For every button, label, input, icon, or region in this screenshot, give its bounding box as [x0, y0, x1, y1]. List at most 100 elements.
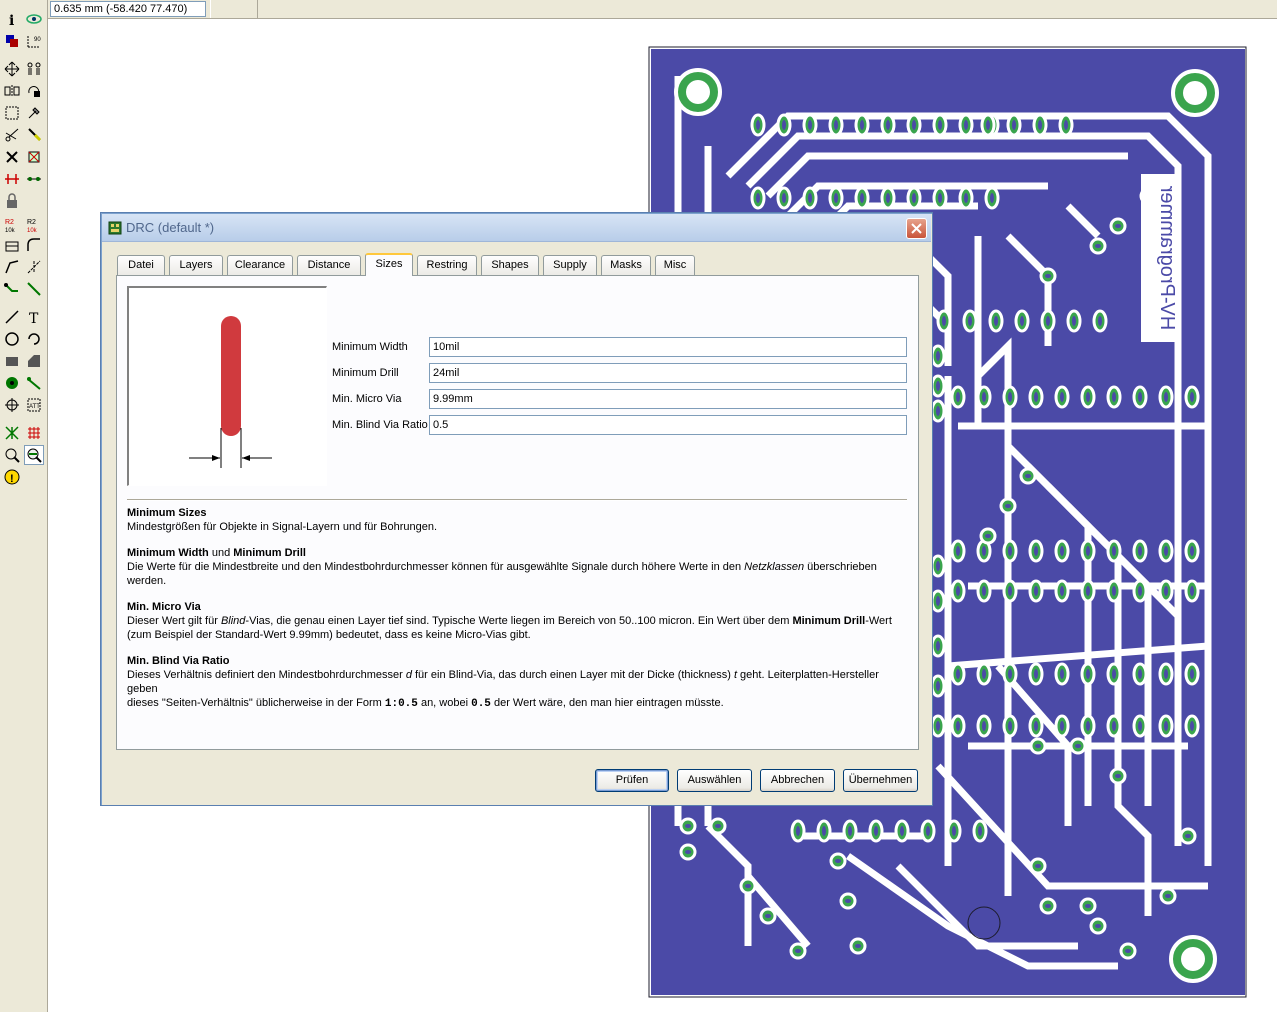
via-tool[interactable] — [2, 373, 22, 393]
pad-hole — [936, 351, 940, 361]
tab-misc[interactable]: Misc — [655, 255, 695, 275]
change-tool[interactable] — [24, 103, 44, 123]
toolbar-separator — [210, 0, 258, 18]
pad-hole — [848, 826, 852, 836]
cut-tool[interactable] — [2, 125, 22, 145]
errors-icon — [27, 448, 42, 463]
delete-tool[interactable] — [2, 147, 22, 167]
paste-tool[interactable] — [24, 125, 44, 145]
drc-app-icon — [108, 221, 122, 235]
tab-distance[interactable]: Distance — [297, 255, 361, 275]
smash-tool[interactable] — [2, 235, 22, 255]
drc-tool[interactable] — [2, 445, 22, 465]
tab-clearance[interactable]: Clearance — [227, 255, 293, 275]
tab-layers[interactable]: Layers — [169, 255, 223, 275]
tab-sizes[interactable]: Sizes — [365, 253, 413, 276]
select-button[interactable]: Auswählen — [677, 769, 752, 792]
pad-hole — [1086, 586, 1090, 596]
sizes-tab-panel: Minimum Width Minimum Drill Min. Micro V… — [116, 275, 919, 750]
pad-hole — [855, 944, 861, 948]
rotate-tool[interactable] — [24, 81, 44, 101]
mounting-hole — [1181, 947, 1205, 971]
tab-shapes[interactable]: Shapes — [481, 255, 539, 275]
pad-hole — [990, 193, 994, 203]
pad-hole — [956, 669, 960, 679]
name-tool[interactable]: R2 10k — [2, 215, 22, 235]
svg-text:!: ! — [10, 473, 14, 485]
pad-hole — [1115, 774, 1121, 778]
pad-hole — [808, 193, 812, 203]
pad-hole — [745, 884, 751, 888]
check-button[interactable]: Prüfen — [595, 769, 669, 792]
netzklassen-link[interactable]: Netzklassen — [744, 561, 804, 573]
info-tool[interactable]: i — [2, 9, 22, 29]
line-tool[interactable] — [2, 307, 22, 327]
dialog-title: DRC (default *) — [126, 220, 215, 235]
help-heading-width-drill: Minimum Width und Minimum Drill — [127, 547, 306, 559]
polygon-tool[interactable] — [24, 351, 44, 371]
tab-supply[interactable]: Supply — [543, 255, 597, 275]
pad-hole — [1095, 924, 1101, 928]
pad-hole — [874, 826, 878, 836]
drc-icon — [5, 448, 20, 463]
mirror-tool[interactable] — [2, 81, 22, 101]
close-button[interactable] — [906, 218, 927, 239]
connection-tool[interactable] — [24, 373, 44, 393]
pad-hole — [936, 561, 940, 571]
minimum-drill-field[interactable] — [429, 363, 907, 383]
move-tool[interactable] — [2, 59, 22, 79]
mark-tool[interactable]: 90 — [24, 31, 44, 51]
copy-icon — [27, 62, 41, 75]
optimize-tool[interactable] — [2, 169, 22, 189]
connection-icon — [27, 377, 41, 390]
mounting-hole — [686, 80, 710, 104]
ratsnest-tool[interactable] — [2, 423, 22, 443]
wire-tool[interactable] — [24, 279, 44, 299]
attribute-tool[interactable]: ATT — [24, 395, 44, 415]
text-tool[interactable]: T — [24, 307, 44, 327]
hole-tool[interactable] — [2, 395, 22, 415]
copy-tool[interactable] — [24, 59, 44, 79]
circle-tool[interactable] — [2, 329, 22, 349]
cancel-button[interactable]: Abbrechen — [760, 769, 835, 792]
pad-hole — [942, 316, 946, 326]
signal-tool[interactable] — [2, 279, 22, 299]
pad-hole — [912, 120, 916, 130]
pad-hole — [936, 721, 940, 731]
pad-hole — [1190, 721, 1194, 731]
pad-hole — [685, 850, 691, 854]
value-tool[interactable]: R2 10k — [24, 215, 44, 235]
dialog-titlebar[interactable]: DRC (default *) — [102, 214, 931, 242]
group-tool[interactable] — [2, 103, 22, 123]
tab-datei[interactable]: Datei — [117, 255, 165, 275]
add-tool[interactable] — [24, 147, 44, 167]
pad-hole — [1038, 120, 1042, 130]
pad-hole — [1112, 586, 1116, 596]
miter-tool[interactable] — [24, 235, 44, 255]
errors-tool[interactable] — [24, 445, 44, 465]
autorouter-tool[interactable] — [24, 423, 44, 443]
size-illustration — [127, 286, 327, 486]
pad-hole — [952, 826, 956, 836]
pad-hole — [1034, 669, 1038, 679]
ripup-tool[interactable] — [24, 257, 44, 277]
arc-tool[interactable] — [24, 329, 44, 349]
errors-warning-tool[interactable]: ! — [2, 467, 22, 487]
show-tool[interactable] — [24, 9, 44, 29]
minimum-width-field[interactable] — [429, 337, 907, 357]
min-blind-via-ratio-field[interactable] — [429, 415, 907, 435]
route-tool[interactable] — [2, 257, 22, 277]
tab-restring[interactable]: Restring — [417, 255, 477, 275]
help-paragraph: Mindestgrößen für Objekte in Signal-Laye… — [127, 521, 438, 533]
pad-hole — [860, 120, 864, 130]
tab-masks[interactable]: Masks — [601, 255, 651, 275]
min-micro-via-field[interactable] — [429, 389, 907, 409]
lock-tool[interactable] — [2, 191, 22, 211]
split-tool[interactable] — [24, 169, 44, 189]
apply-button[interactable]: Übernehmen — [843, 769, 918, 792]
pad-hole — [936, 406, 940, 416]
pad-hole — [1138, 546, 1142, 556]
rect-tool[interactable] — [2, 351, 22, 371]
pad-hole — [936, 381, 940, 391]
display-layers-tool[interactable] — [2, 31, 22, 51]
